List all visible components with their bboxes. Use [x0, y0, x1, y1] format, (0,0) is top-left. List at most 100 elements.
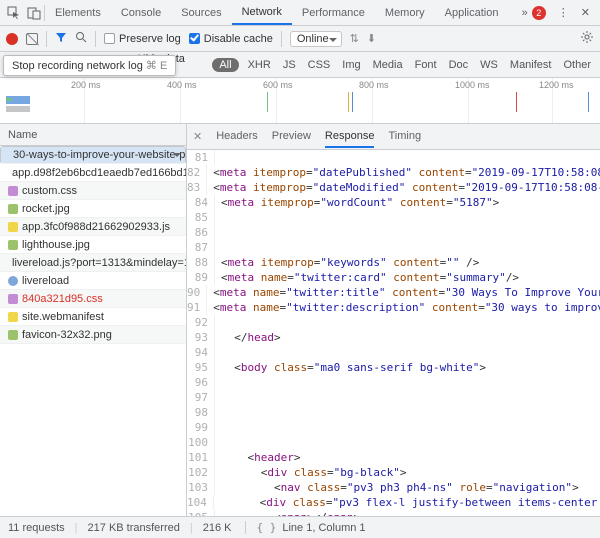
- request-name: 840a321d95.css: [22, 290, 103, 308]
- tab-elements[interactable]: Elements: [45, 0, 111, 25]
- request-name: site.webmanifest: [22, 308, 104, 326]
- request-row[interactable]: app.3fc0f988d21662902933.js: [0, 218, 186, 236]
- file-icon: [8, 294, 18, 304]
- timeline-tick: 1200 ms: [552, 78, 553, 123]
- code-line: 96: [187, 375, 600, 390]
- filter-doc[interactable]: Doc: [446, 59, 472, 71]
- filter-icon[interactable]: [55, 31, 67, 46]
- filter-all[interactable]: All: [212, 58, 238, 72]
- panel-tabs-bar: ElementsConsoleSourcesNetworkPerformance…: [0, 0, 600, 26]
- request-row[interactable]: 840a321d95.css: [0, 290, 186, 308]
- detail-tab-preview[interactable]: Preview: [272, 126, 311, 147]
- chevron-right-icon: »: [522, 7, 528, 19]
- tooltip: Stop recording network log ⌘ E: [3, 55, 176, 76]
- code-line: 99: [187, 420, 600, 435]
- request-row[interactable]: livereload: [0, 272, 186, 290]
- tab-security[interactable]: Security: [508, 0, 515, 25]
- upload-icon[interactable]: ⇅: [350, 32, 359, 45]
- request-name: lighthouse.jpg: [22, 236, 90, 254]
- preserve-log-label: Preserve log: [119, 33, 181, 45]
- file-icon: [8, 222, 18, 232]
- request-name: favicon-32x32.png: [22, 326, 112, 344]
- code-line: 101 <header>: [187, 450, 600, 465]
- gear-icon[interactable]: [580, 30, 594, 47]
- throttling-select[interactable]: Online: [290, 31, 342, 47]
- request-name: custom.css: [22, 182, 77, 200]
- detail-tab-headers[interactable]: Headers: [216, 126, 258, 147]
- search-icon[interactable]: [75, 31, 87, 46]
- filter-ws[interactable]: WS: [477, 59, 501, 71]
- request-row[interactable]: app.d98f2eb6bcd1eaedb7ed166bd1…: [0, 164, 186, 182]
- filter-types: XHR JS CSS Img Media Font Doc WS Manifest Other: [245, 59, 594, 71]
- settings-menu-icon[interactable]: ⋮: [552, 6, 575, 19]
- tab-network[interactable]: Network: [232, 0, 292, 25]
- status-bar: 11 requests | 217 KB transferred | 216 K…: [0, 516, 600, 538]
- timeline-overview[interactable]: 200 ms400 ms600 ms800 ms1000 ms1200 ms: [0, 78, 600, 124]
- tab-performance[interactable]: Performance: [292, 0, 375, 25]
- code-line: 93 </head>: [187, 330, 600, 345]
- code-line: 87: [187, 240, 600, 255]
- file-icon: [8, 240, 18, 250]
- request-name: app.3fc0f988d21662902933.js: [22, 218, 170, 236]
- pretty-print-icon[interactable]: { }: [256, 521, 276, 534]
- code-line: 82<meta itemprop="datePublished" content…: [187, 165, 600, 180]
- response-body[interactable]: 81 82<meta itemprop="datePublished" cont…: [187, 150, 600, 516]
- code-line: 91<meta name="twitter:description" conte…: [187, 300, 600, 315]
- close-devtools-icon[interactable]: ✕: [575, 6, 596, 19]
- request-name: livereload.js?port=1313&mindelay=10: [12, 254, 186, 272]
- cursor-position: Line 1, Column 1: [282, 522, 365, 534]
- tab-memory[interactable]: Memory: [375, 0, 435, 25]
- request-row[interactable]: lighthouse.jpg: [0, 236, 186, 254]
- network-body: Name 30-ways-to-improve-your-website-pe……: [0, 124, 600, 516]
- filter-media[interactable]: Media: [370, 59, 406, 71]
- code-line: 98: [187, 405, 600, 420]
- error-badge: 2: [532, 6, 546, 20]
- filter-font[interactable]: Font: [412, 59, 440, 71]
- request-name: 30-ways-to-improve-your-website-pe…: [13, 146, 186, 164]
- filter-img[interactable]: Img: [339, 59, 363, 71]
- filter-manifest[interactable]: Manifest: [507, 59, 555, 71]
- code-line: 86: [187, 225, 600, 240]
- request-row[interactable]: favicon-32x32.png: [0, 326, 186, 344]
- request-row[interactable]: livereload.js?port=1313&mindelay=10: [0, 254, 186, 272]
- detail-tab-response[interactable]: Response: [325, 126, 375, 148]
- download-icon[interactable]: ⬇: [367, 32, 376, 45]
- filter-js[interactable]: JS: [280, 59, 299, 71]
- request-row[interactable]: site.webmanifest: [0, 308, 186, 326]
- code-line: 89<meta name="twitter:card" content="sum…: [187, 270, 600, 285]
- tab-console[interactable]: Console: [111, 0, 171, 25]
- request-name: app.d98f2eb6bcd1eaedb7ed166bd1…: [12, 164, 186, 182]
- record-button[interactable]: [6, 33, 18, 45]
- overflow-menu[interactable]: » 2: [516, 6, 552, 20]
- column-header-name[interactable]: Name: [0, 124, 186, 146]
- request-row[interactable]: custom.css: [0, 182, 186, 200]
- filter-xhr[interactable]: XHR: [245, 59, 274, 71]
- code-line: 94: [187, 345, 600, 360]
- filter-css[interactable]: CSS: [305, 59, 334, 71]
- code-line: 103 <nav class="pv3 ph3 ph4-ns" role="na…: [187, 480, 600, 495]
- file-icon: [8, 330, 18, 340]
- timeline-tick: 400 ms: [180, 78, 181, 123]
- inspect-icon[interactable]: [4, 6, 24, 20]
- disable-cache-label: Disable cache: [204, 33, 273, 45]
- file-icon: [8, 186, 18, 196]
- throttling-value: Online: [297, 33, 329, 45]
- preserve-log-checkbox[interactable]: Preserve log: [104, 33, 181, 45]
- disable-cache-checkbox[interactable]: Disable cache: [189, 33, 273, 45]
- filter-other[interactable]: Other: [560, 59, 594, 71]
- detail-tab-timing[interactable]: Timing: [388, 126, 421, 147]
- clear-button[interactable]: [26, 33, 38, 45]
- file-icon: [8, 276, 18, 286]
- request-list-panel: Name 30-ways-to-improve-your-website-pe……: [0, 124, 187, 516]
- code-line: 84<meta itemprop="wordCount" content="51…: [187, 195, 600, 210]
- code-line: 88<meta itemprop="keywords" content="" /…: [187, 255, 600, 270]
- request-row[interactable]: rocket.jpg: [0, 200, 186, 218]
- tab-sources[interactable]: Sources: [171, 0, 231, 25]
- tab-application[interactable]: Application: [435, 0, 509, 25]
- status-transferred: 217 KB transferred: [88, 522, 180, 534]
- request-row[interactable]: 30-ways-to-improve-your-website-pe…: [0, 146, 186, 164]
- close-detail-icon[interactable]: ✕: [193, 130, 202, 143]
- device-toggle-icon[interactable]: [24, 6, 44, 20]
- separator: [95, 31, 96, 47]
- tooltip-shortcut: ⌘ E: [146, 60, 167, 72]
